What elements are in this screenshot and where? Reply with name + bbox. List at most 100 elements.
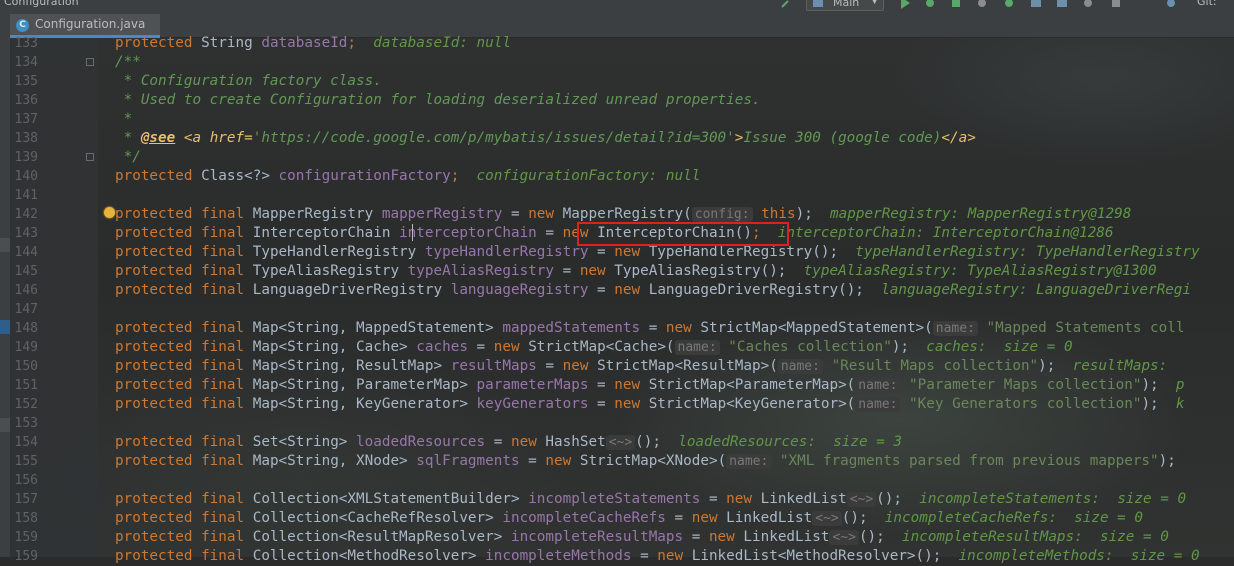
code-token: LinkedList — [726, 510, 813, 526]
code-token: new — [545, 453, 580, 469]
code-token: Collection<MethodResolver> — [252, 548, 486, 564]
code-token: Collection<ResultMapResolver> — [252, 529, 511, 545]
code-token: "Parameter Maps collection" — [900, 377, 1142, 393]
code-line[interactable]: * Used to create Configuration for loadi… — [115, 91, 761, 110]
code-line[interactable]: protected final Collection<CacheRefResol… — [115, 509, 1143, 528]
code-line[interactable]: protected final Map<String, KeyGenerator… — [115, 395, 1185, 414]
code-token: keyGenerators — [476, 396, 589, 412]
code-token: protected final — [115, 358, 253, 374]
code-token: mappedStatements — [502, 320, 641, 336]
code-token: languageRegistry — [450, 282, 589, 298]
code-line[interactable]: protected final Map<String, ParameterMap… — [115, 376, 1185, 395]
code-token: incompleteMethods — [485, 548, 632, 564]
code-token: HashSet — [545, 434, 606, 450]
code-line[interactable]: */ — [115, 148, 141, 167]
code-line[interactable]: protected final Map<String, Cache> cache… — [115, 338, 1073, 357]
code-token: LanguageDriverRegistry — [252, 282, 451, 298]
code-line[interactable]: protected final Map<String, XNode> sqlFr… — [115, 452, 1176, 471]
code-token: "Key Generators collection" — [900, 396, 1142, 412]
code-line[interactable]: protected final Map<String, ResultMap> r… — [115, 357, 1167, 376]
code-token: configurationFactory — [278, 168, 451, 184]
code-token: InterceptorChain — [252, 225, 400, 241]
code-token: 'https://code.google.com/p/mybatis/issue… — [252, 130, 735, 146]
code-token: mapperRegistry: MapperRegistry@1298 — [830, 206, 1132, 222]
code-token: (); — [858, 529, 902, 545]
code-token: protected final — [115, 548, 253, 564]
code-token: = — [588, 396, 615, 412]
code-token: Set<String> — [252, 434, 357, 450]
code-token: name: — [726, 454, 772, 469]
code-token: new — [510, 434, 546, 450]
code-token: TypeAliasRegistry(); — [614, 263, 804, 279]
code-token: (); — [635, 434, 679, 450]
code-token: <~> — [605, 435, 636, 450]
code-token: ; — [347, 35, 374, 51]
code-token: protected final — [115, 377, 253, 393]
code-token: = — [588, 244, 615, 260]
code-token: new — [528, 206, 563, 222]
code-line[interactable]: * @see <a href='https://code.google.com/… — [115, 129, 976, 148]
code-token: new — [493, 339, 529, 355]
code-token: new — [614, 377, 649, 393]
code-token: resultMaps — [450, 358, 537, 374]
code-token: protected final — [115, 206, 253, 222]
code-token: typeAliasRegistry — [407, 263, 554, 279]
code-token: mapperRegistry — [381, 206, 503, 222]
code-token: name: — [777, 359, 823, 374]
code-token: k — [1175, 396, 1185, 412]
code-token: interceptorChain: InterceptorChain@1286 — [777, 225, 1114, 241]
code-token: LinkedList<MethodResolver>(); — [691, 548, 959, 564]
code-token: = — [536, 225, 563, 241]
code-token: "Caches collection" — [719, 339, 892, 355]
code-token: TypeAliasRegistry — [252, 263, 408, 279]
code-token: protected final — [115, 339, 253, 355]
code-token: incompleteCacheRefs: size = 0 — [884, 510, 1144, 526]
code-token: databaseId — [261, 35, 348, 51]
code-token: = — [519, 453, 546, 469]
code-token: interceptorChain — [399, 225, 537, 241]
code-token: /** — [115, 54, 141, 70]
code-line[interactable]: protected final LanguageDriverRegistry l… — [115, 281, 1191, 300]
code-token: StrictMap<ResultMap>( — [597, 358, 778, 374]
code-token: ; — [450, 168, 477, 184]
code-token: protected final — [115, 263, 253, 279]
code-token: typeAliasRegistry: TypeAliasRegistry@130… — [803, 263, 1157, 279]
code-token: protected final — [115, 244, 253, 260]
code-token: Map<String, ParameterMap> — [252, 377, 477, 393]
code-token: = — [640, 320, 666, 336]
code-token: new — [562, 358, 598, 374]
code-token: = — [536, 358, 563, 374]
code-line[interactable]: protected final Set<String> loadedResour… — [115, 433, 902, 452]
code-line[interactable]: protected final TypeAliasRegistry typeAl… — [115, 262, 1157, 281]
code-editor[interactable]: protected String databaseId; databaseId:… — [0, 0, 1234, 564]
code-token: StrictMap<MappedStatement>( — [700, 320, 933, 336]
code-token: resultMaps: — [1072, 358, 1168, 374]
code-line[interactable]: protected final Collection<XMLStatementB… — [115, 490, 1186, 509]
code-token: StrictMap<KeyGenerator>( — [648, 396, 856, 412]
code-token: new — [726, 491, 761, 507]
code-token: (); — [841, 510, 885, 526]
code-token: incompleteStatements — [528, 491, 701, 507]
code-token: this — [752, 206, 796, 222]
code-line[interactable]: protected Class<?> configurationFactory;… — [115, 167, 700, 186]
code-token: parameterMaps — [476, 377, 589, 393]
code-line[interactable]: * — [115, 110, 133, 129]
code-token: = — [631, 548, 658, 564]
code-line[interactable]: * Configuration factory class. — [115, 72, 382, 91]
code-token: protected final — [115, 453, 253, 469]
code-line[interactable]: /** — [115, 53, 141, 72]
code-token: p — [1175, 377, 1185, 393]
code-token: Map<String, ResultMap> — [252, 358, 451, 374]
text-cursor — [412, 224, 413, 241]
code-line[interactable]: protected final Map<String, MappedStatem… — [115, 319, 1185, 338]
code-token: Class<?> — [201, 168, 279, 184]
code-token: TypeHandlerRegistry — [252, 244, 425, 260]
code-token: caches: size = 0 — [926, 339, 1073, 355]
code-token: new — [614, 244, 649, 260]
code-line[interactable]: protected final Collection<ResultMapReso… — [115, 528, 1169, 547]
code-token: protected final — [115, 282, 253, 298]
code-line[interactable]: protected String databaseId; databaseId:… — [115, 34, 511, 53]
code-token: * — [115, 111, 133, 127]
code-token: LinkedList — [743, 529, 830, 545]
code-token: protected final — [115, 434, 253, 450]
